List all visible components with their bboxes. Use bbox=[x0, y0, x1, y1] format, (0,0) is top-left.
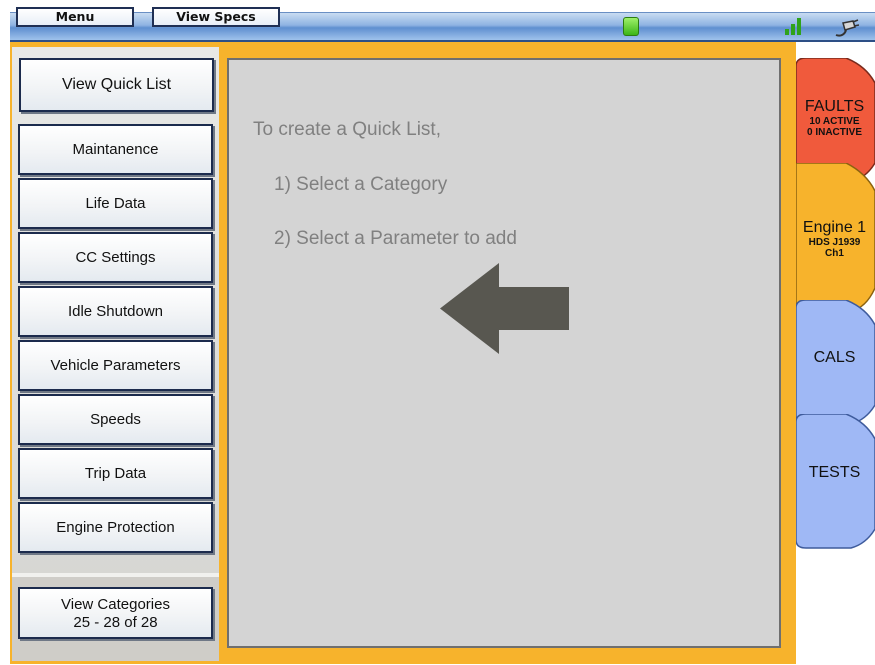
faults-title: FAULTS bbox=[804, 98, 865, 115]
view-categories-label: View Categories bbox=[61, 596, 170, 613]
tab-cals[interactable]: CALS bbox=[796, 300, 875, 425]
view-categories-range: 25 - 28 of 28 bbox=[73, 614, 158, 631]
faults-inactive-count: 0 INACTIVE bbox=[806, 127, 862, 138]
category-button-speeds[interactable]: Speeds bbox=[18, 394, 213, 445]
category-button-trip-data[interactable]: Trip Data bbox=[18, 448, 213, 499]
view-specs-button[interactable]: View Specs bbox=[152, 7, 280, 27]
signal-bars-icon bbox=[784, 15, 806, 35]
instruction-step-1: 1) Select a Category bbox=[274, 174, 448, 195]
cals-title: CALS bbox=[813, 349, 856, 366]
engine-protocol: HDS J1939 bbox=[808, 237, 861, 248]
category-button-vehicle-parameters[interactable]: Vehicle Parameters bbox=[18, 340, 213, 391]
tests-title: TESTS bbox=[808, 464, 861, 481]
instruction-step-2: 2) Select a Parameter to add bbox=[274, 228, 517, 249]
category-button-maintanence[interactable]: Maintanence bbox=[18, 124, 213, 175]
plug-icon bbox=[835, 19, 859, 37]
view-quick-list-button[interactable]: View Quick List bbox=[19, 58, 214, 112]
category-button-idle-shutdown[interactable]: Idle Shutdown bbox=[18, 286, 213, 337]
faults-active-count: 10 ACTIVE bbox=[809, 116, 860, 127]
menu-button[interactable]: Menu bbox=[16, 7, 134, 27]
arrow-left-icon bbox=[440, 263, 569, 354]
category-button-cc-settings[interactable]: CC Settings bbox=[18, 232, 213, 283]
top-toolbar bbox=[10, 12, 875, 42]
category-button-engine-protection[interactable]: Engine Protection bbox=[18, 502, 213, 553]
status-led-icon bbox=[623, 17, 639, 36]
instruction-intro: To create a Quick List, bbox=[253, 119, 441, 140]
tab-tests[interactable]: TESTS bbox=[796, 414, 875, 549]
tab-engine-1[interactable]: Engine 1 HDS J1939 Ch1 bbox=[796, 163, 875, 313]
view-categories-button[interactable]: View Categories 25 - 28 of 28 bbox=[18, 587, 213, 639]
engine-title: Engine 1 bbox=[802, 219, 867, 236]
category-button-life-data[interactable]: Life Data bbox=[18, 178, 213, 229]
engine-channel: Ch1 bbox=[825, 248, 844, 259]
